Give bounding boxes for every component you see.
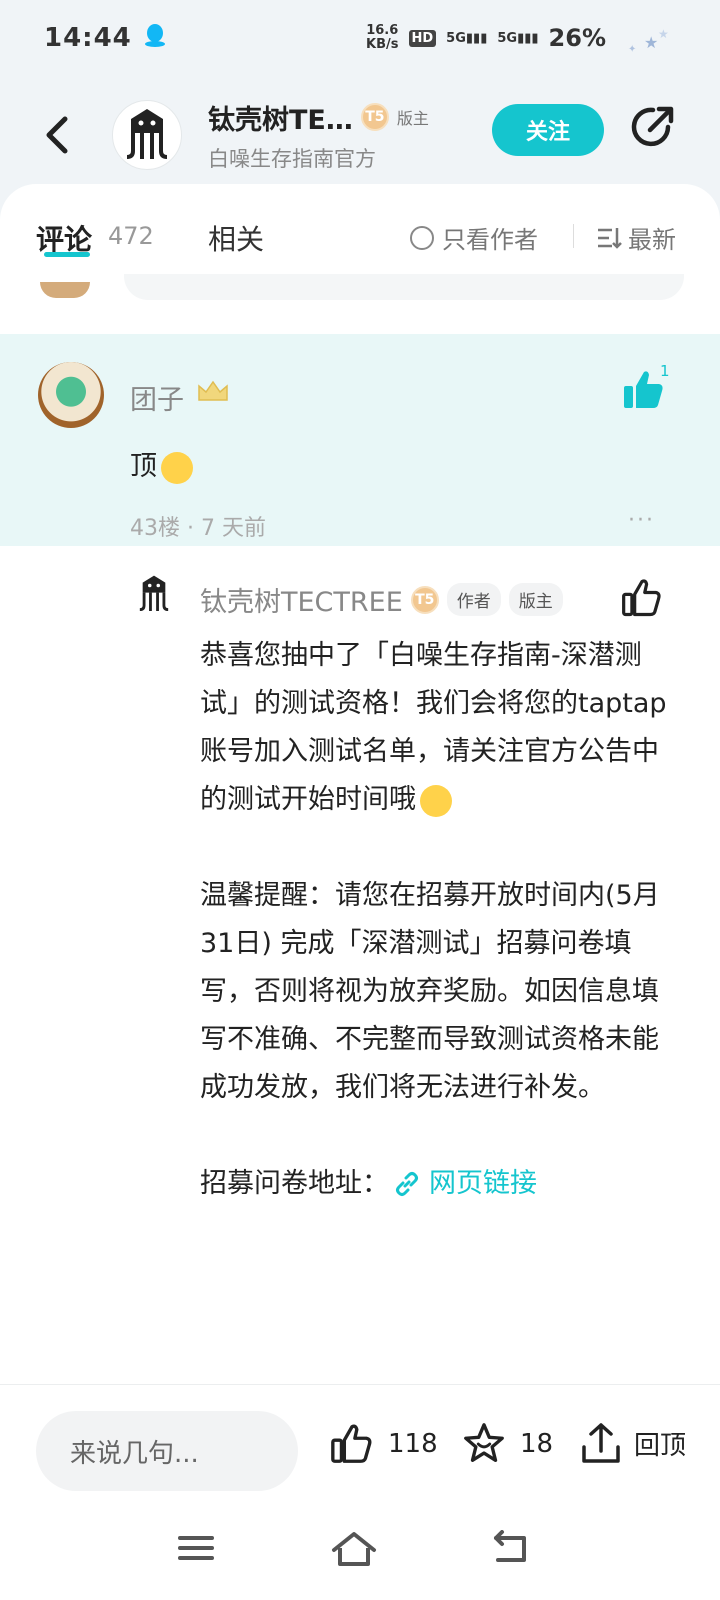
reply-like-button[interactable] — [620, 576, 664, 620]
comment-text-content: 顶 — [130, 451, 157, 482]
author-name[interactable]: 钛壳树TE… — [208, 98, 353, 137]
divider — [573, 224, 574, 248]
web-link[interactable]: 网页链接 — [393, 1160, 537, 1208]
crown-icon — [196, 378, 230, 410]
reply-body: 恭喜您抽中了「白噪生存指南-深潜测试」的测试资格！我们会将您的taptap账号加… — [200, 632, 670, 1208]
meta-separator: · — [180, 516, 201, 541]
commenter-name[interactable]: 团子 — [130, 378, 184, 417]
bottom-action-bar: 来说几句... 118 18 回顶 — [0, 1384, 720, 1502]
signal-icon: 5G▮▮▮ — [446, 30, 488, 46]
author-only-toggle[interactable]: 只看作者 — [410, 220, 538, 255]
svg-text:✦: ✦ — [628, 44, 636, 55]
comment-time: 7 天前 — [200, 516, 266, 541]
previous-comment-bubble — [124, 274, 684, 300]
qq-icon — [144, 23, 166, 53]
signal-label-2: 5G — [497, 30, 518, 46]
svg-text:★: ★ — [644, 33, 658, 52]
author-subtitle: 白噪生存指南官方 — [208, 146, 376, 171]
link-label: 网页链接 — [429, 1168, 537, 1199]
upload-arrow-icon — [582, 1423, 620, 1463]
sort-button[interactable]: 最新 — [596, 220, 676, 255]
back-to-top-label: 回顶 — [634, 1430, 687, 1461]
back-nav-icon — [494, 1530, 526, 1562]
home-nav-button[interactable] — [330, 1530, 380, 1570]
follow-button[interactable]: 关注 — [492, 104, 604, 156]
like-count: 1 — [660, 362, 670, 380]
author-name-row: 钛壳树TE… T5 版主 — [208, 98, 478, 137]
comment-input[interactable]: 来说几句... — [36, 1411, 298, 1491]
octopus-logo-icon — [139, 575, 169, 611]
thumbs-up-icon — [331, 1424, 372, 1463]
tab-related[interactable]: 相关 — [208, 218, 264, 258]
status-indicators: 16.6 KB/s HD 5G▮▮▮ 5G▮▮▮ 26% ★ ★ ✦ — [366, 18, 676, 58]
comments-count: 472 — [108, 222, 154, 250]
favorite-button[interactable]: 18 — [460, 1421, 553, 1467]
speed-unit: KB/s — [366, 37, 399, 52]
emoji-icon — [161, 451, 193, 484]
link-prefix: 招募问卷地址： — [200, 1168, 389, 1199]
author-avatar[interactable] — [112, 100, 182, 170]
reply-paragraph-1: 恭喜您抽中了「白噪生存指南-深潜测试」的测试资格！我们会将您的taptap账号加… — [200, 632, 670, 824]
post-like-count: 118 — [388, 1429, 438, 1459]
comment-tabs: 评论 472 相关 只看作者 最新 — [0, 184, 720, 284]
replier-name-row: 钛壳树TECTREE T5 作者 版主 — [200, 580, 563, 619]
emoji-icon — [420, 784, 452, 817]
moderator-tag: 版主 — [396, 109, 429, 128]
share-button[interactable] — [628, 102, 678, 152]
radio-icon — [410, 225, 434, 250]
thumbs-up-icon — [622, 579, 661, 617]
share-icon — [631, 106, 674, 147]
favorite-count: 18 — [520, 1429, 554, 1459]
comments-sheet: 评论 472 相关 只看作者 最新 团子 顶 43楼 · 7 天前 ··· 1 … — [0, 184, 720, 1384]
level-badge: T5 — [360, 103, 389, 131]
svg-text:★: ★ — [658, 27, 669, 41]
post-header: 钛壳树TE… T5 版主 白噪生存指南官方 关注 — [0, 90, 720, 180]
menu-icon — [178, 1536, 214, 1560]
replier-name[interactable]: 钛壳树TECTREE — [200, 580, 403, 619]
octopus-logo-icon — [126, 109, 168, 159]
reply-paragraph-2: 温馨提醒：请您在招募开放时间内(5月31日) 完成「深潜测试」招募问卷填写，否则… — [200, 880, 660, 1103]
comment-item[interactable]: 团子 顶 43楼 · 7 天前 ··· 1 — [0, 334, 720, 546]
author-info: 钛壳树TE… T5 版主 白噪生存指南官方 — [208, 98, 478, 173]
status-bar: 14:44 16.6 KB/s HD 5G▮▮▮ 5G▮▮▮ 26% ★ ★ ✦ — [0, 0, 720, 76]
signal-icon: 5G▮▮▮ — [497, 30, 539, 46]
link-icon — [396, 1172, 418, 1196]
back-nav-button[interactable] — [490, 1530, 540, 1570]
moderator-tag: 版主 — [508, 583, 563, 616]
more-options-icon[interactable]: ··· — [628, 508, 655, 533]
network-speed: 16.6 KB/s — [366, 24, 398, 52]
comment-floor: 43楼 — [130, 516, 180, 541]
comment-text: 顶 — [130, 444, 193, 484]
star-icon — [464, 1423, 504, 1462]
menu-nav-button[interactable] — [176, 1530, 226, 1570]
back-button[interactable] — [28, 105, 88, 165]
author-only-label: 只看作者 — [442, 226, 538, 254]
replier-avatar[interactable] — [128, 568, 180, 620]
stars-decoration-icon: ★ ★ ✦ — [616, 18, 676, 58]
level-badge: T5 — [410, 585, 439, 614]
hd-icon: HD — [408, 29, 437, 47]
home-icon — [332, 1532, 376, 1566]
back-arrow-icon — [46, 116, 68, 154]
survey-link-row: 招募问卷地址： 网页链接 — [200, 1160, 670, 1208]
speed-value: 16.6 — [366, 23, 399, 38]
sort-label: 最新 — [628, 226, 676, 254]
like-post-button[interactable]: 118 — [328, 1421, 438, 1467]
signal-label-1: 5G — [446, 30, 466, 46]
comment-meta: 43楼 · 7 天前 — [130, 510, 266, 542]
battery-level: 26% — [548, 24, 606, 52]
author-tag: 作者 — [446, 583, 501, 616]
sort-icon — [598, 227, 622, 249]
commenter-avatar[interactable] — [38, 362, 104, 428]
status-time: 14:44 — [44, 23, 132, 53]
previous-comment-avatar — [40, 282, 90, 298]
system-navigation-bar — [0, 1502, 720, 1600]
tab-active-indicator — [44, 252, 90, 257]
back-to-top-button[interactable]: 回顶 — [580, 1421, 686, 1465]
